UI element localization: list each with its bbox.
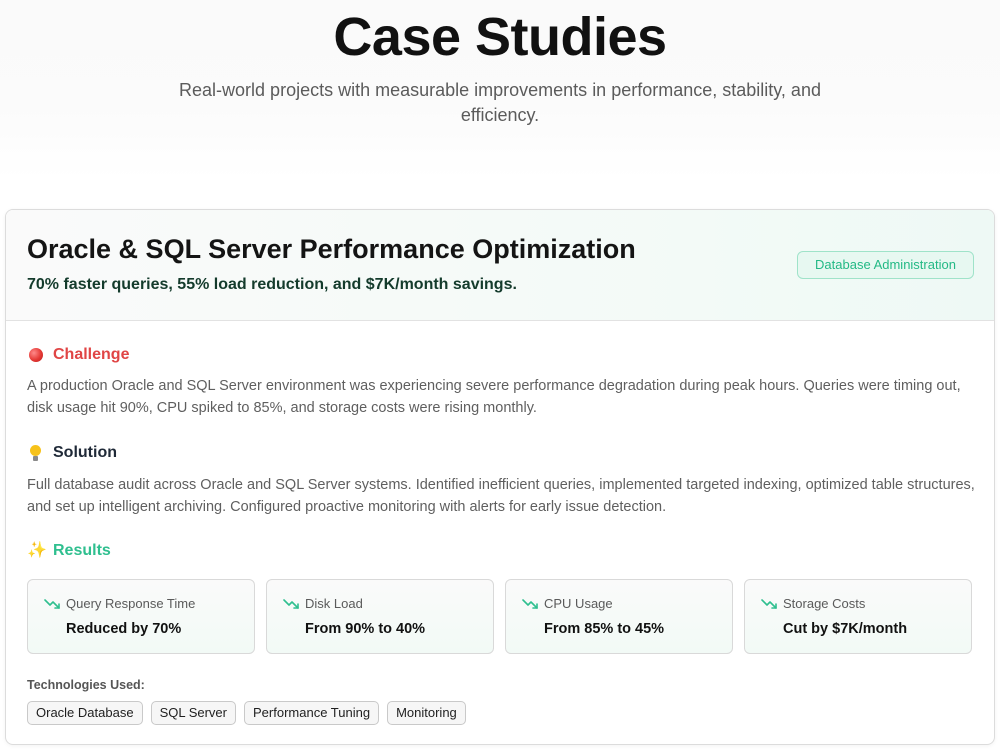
solution-text: Full database audit across Oracle and SQ… — [27, 477, 975, 515]
metric-card-cpu-usage: CPU Usage From 85% to 45% — [505, 579, 733, 654]
case-study-card: Oracle & SQL Server Performance Optimiza… — [5, 209, 995, 745]
challenge-text: A production Oracle and SQL Server envir… — [27, 378, 961, 416]
metric-card-disk-load: Disk Load From 90% to 40% — [266, 579, 494, 654]
metric-label: Query Response Time — [66, 596, 196, 611]
solution-heading-label: Solution — [53, 444, 117, 461]
tech-tag: Monitoring — [387, 701, 466, 725]
results-heading: ✨ Results — [27, 540, 111, 562]
trending-down-icon — [283, 599, 299, 609]
metric-card-query-response-time: Query Response Time Reduced by 70% — [27, 579, 255, 654]
technologies-list: Oracle Database SQL Server Performance T… — [27, 701, 466, 725]
trending-down-icon — [522, 599, 538, 609]
results-heading-label: Results — [53, 542, 111, 559]
case-study-header: Oracle & SQL Server Performance Optimiza… — [6, 210, 994, 321]
metric-label: Disk Load — [305, 596, 363, 611]
metric-value: Reduced by 70% — [66, 621, 182, 637]
hero-section: Case Studies Real-world projects with me… — [0, 0, 1000, 180]
lightbulb-icon — [27, 444, 45, 462]
tech-tag: SQL Server — [150, 701, 236, 725]
page: Case Studies Real-world projects with me… — [0, 0, 1000, 750]
technologies-label: Technologies Used: — [27, 678, 145, 692]
solution-heading: Solution — [27, 442, 117, 464]
metric-label: Storage Costs — [783, 596, 866, 611]
challenge-heading: Challenge — [27, 344, 129, 366]
category-badge: Database Administration — [797, 251, 974, 279]
tech-tag: Oracle Database — [27, 701, 143, 725]
case-study-title: Oracle & SQL Server Performance Optimiza… — [27, 234, 636, 264]
metric-value: From 90% to 40% — [305, 621, 426, 637]
case-study-summary: 70% faster queries, 55% load reduction, … — [27, 276, 517, 293]
trending-down-icon — [761, 599, 777, 609]
sparkles-icon: ✨ — [27, 542, 47, 559]
red-circle-icon — [27, 346, 45, 364]
tech-tag: Performance Tuning — [244, 701, 380, 725]
trending-down-icon — [44, 599, 60, 609]
page-subtitle: Real-world projects with measurable impr… — [179, 80, 821, 125]
metric-label: CPU Usage — [544, 596, 613, 611]
metric-value: From 85% to 45% — [544, 621, 665, 637]
page-title: Case Studies — [333, 7, 667, 67]
challenge-heading-label: Challenge — [53, 346, 130, 363]
metric-value: Cut by $7K/month — [783, 621, 908, 637]
metric-card-storage-costs: Storage Costs Cut by $7K/month — [744, 579, 972, 654]
